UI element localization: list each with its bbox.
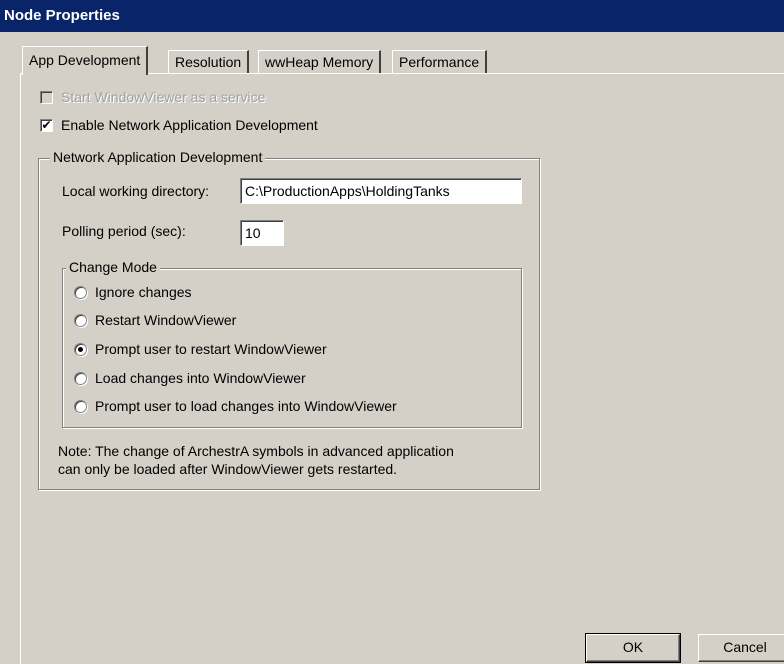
ok-button[interactable]: OK xyxy=(585,633,681,663)
radio-prompt-restart[interactable]: Prompt user to restart WindowViewer xyxy=(74,341,327,357)
local-dir-input[interactable]: C:\ProductionApps\HoldingTanks xyxy=(240,178,522,204)
checkmark-icon: ✔ xyxy=(41,118,52,132)
radio-button[interactable] xyxy=(74,342,87,356)
polling-period-label: Polling period (sec): xyxy=(62,223,186,239)
radio-label: Restart WindowViewer xyxy=(95,312,237,328)
dialog-title: Node Properties xyxy=(0,0,784,32)
tab-wwheap-memory[interactable]: wwHeap Memory xyxy=(258,50,382,74)
enable-network-dev-checkbox-row[interactable]: ✔ Enable Network Application Development xyxy=(40,117,318,133)
radio-button[interactable] xyxy=(74,313,87,327)
tab-app-development[interactable]: App Development xyxy=(22,46,149,75)
radio-ignore-changes[interactable]: Ignore changes xyxy=(74,284,192,300)
node-properties-dialog: Node Properties App Development Resoluti… xyxy=(0,0,784,664)
radio-load-changes[interactable]: Load changes into WindowViewer xyxy=(74,370,306,386)
cancel-button[interactable]: Cancel xyxy=(698,634,784,662)
radio-button[interactable] xyxy=(74,399,87,413)
radio-restart-windowviewer[interactable]: Restart WindowViewer xyxy=(74,312,236,328)
radio-button[interactable] xyxy=(74,285,87,299)
radio-prompt-load-changes[interactable]: Prompt user to load changes into WindowV… xyxy=(74,398,397,414)
start-service-checkbox[interactable] xyxy=(40,90,53,104)
enable-network-dev-label: Enable Network Application Development xyxy=(61,117,318,133)
radio-label: Ignore changes xyxy=(95,284,192,300)
polling-period-input[interactable]: 10 xyxy=(240,220,284,246)
radio-label: Load changes into WindowViewer xyxy=(95,370,306,386)
radio-selected-dot xyxy=(78,346,83,352)
enable-network-dev-checkbox[interactable]: ✔ xyxy=(40,118,53,132)
start-service-label: Start WindowViewer as a service xyxy=(61,89,266,105)
start-service-checkbox-row[interactable]: Start WindowViewer as a service xyxy=(40,89,265,105)
local-dir-label: Local working directory: xyxy=(62,183,210,199)
note-text: Note: The change of ArchestrA symbols in… xyxy=(58,442,454,478)
network-dev-legend: Network Application Development xyxy=(50,149,266,165)
change-mode-legend: Change Mode xyxy=(66,259,160,275)
radio-button[interactable] xyxy=(74,371,87,385)
tab-resolution[interactable]: Resolution xyxy=(168,50,250,74)
radio-label: Prompt user to load changes into WindowV… xyxy=(95,398,397,414)
radio-label: Prompt user to restart WindowViewer xyxy=(95,341,327,357)
tab-performance[interactable]: Performance xyxy=(392,50,488,74)
note-line-2: can only be loaded after WindowViewer ge… xyxy=(58,461,398,477)
note-line-1: Note: The change of ArchestrA symbols in… xyxy=(58,443,454,459)
